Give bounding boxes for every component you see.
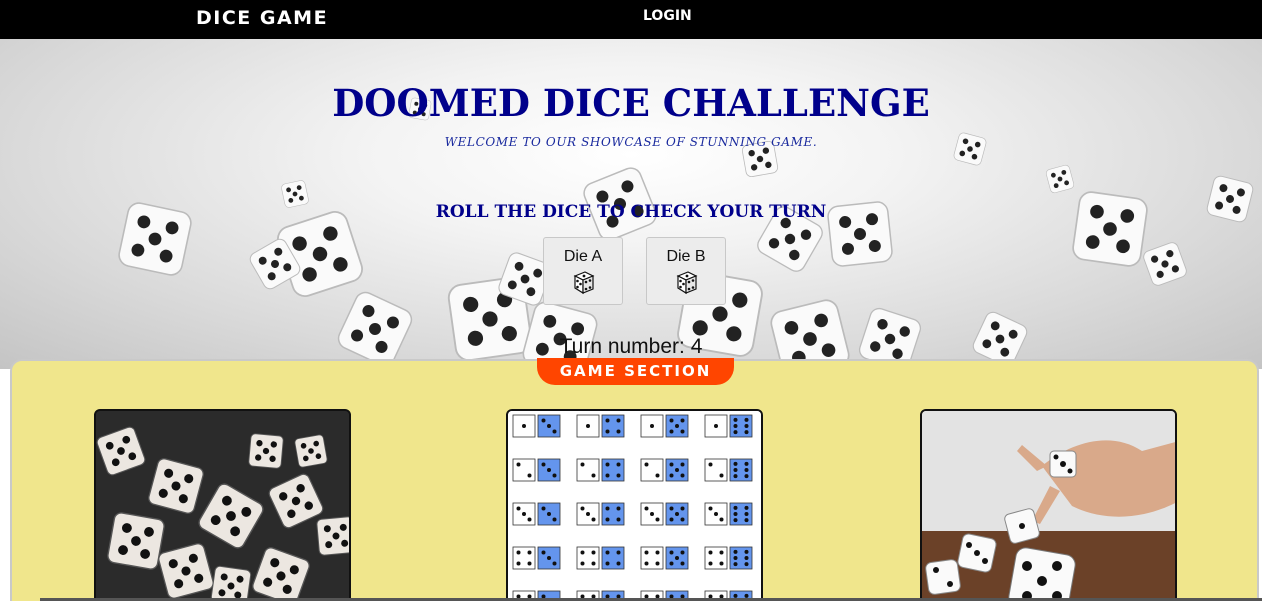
roll-heading: ROLL THE DICE TO CHECK YOUR TURN bbox=[435, 202, 827, 222]
game-section-badge: GAME SECTION bbox=[537, 358, 734, 385]
top-navbar: DICE GAME LOGIN bbox=[0, 0, 1262, 39]
die-b-button[interactable]: Die B bbox=[646, 237, 726, 305]
hero-section: DOOMED DICE CHALLENGE WELCOME TO OUR SHO… bbox=[0, 39, 1262, 369]
dice-pile-illustration bbox=[96, 411, 349, 601]
dice-sum-grid-image[interactable] bbox=[506, 409, 763, 601]
die-a-label: Die A bbox=[563, 248, 603, 265]
dice-grid-illustration bbox=[508, 411, 761, 601]
login-link[interactable]: LOGIN bbox=[643, 8, 692, 24]
brand-logo-text[interactable]: DICE GAME bbox=[196, 7, 328, 29]
hand-rolling-dice-image[interactable] bbox=[920, 409, 1177, 601]
die-b-label: Die B bbox=[666, 248, 706, 265]
hand-rolling-dice-illustration bbox=[922, 411, 1175, 601]
page-title: DOOMED DICE CHALLENGE bbox=[332, 81, 930, 125]
turn-number-text: Turn number: 4 bbox=[559, 335, 703, 358]
dice-pile-image[interactable] bbox=[94, 409, 351, 601]
page-subtitle: WELCOME TO OUR SHOWCASE OF STUNNING GAME… bbox=[444, 135, 818, 149]
die-a-icon bbox=[573, 271, 595, 295]
die-b-icon bbox=[676, 271, 698, 295]
die-a-button[interactable]: Die A bbox=[543, 237, 623, 305]
